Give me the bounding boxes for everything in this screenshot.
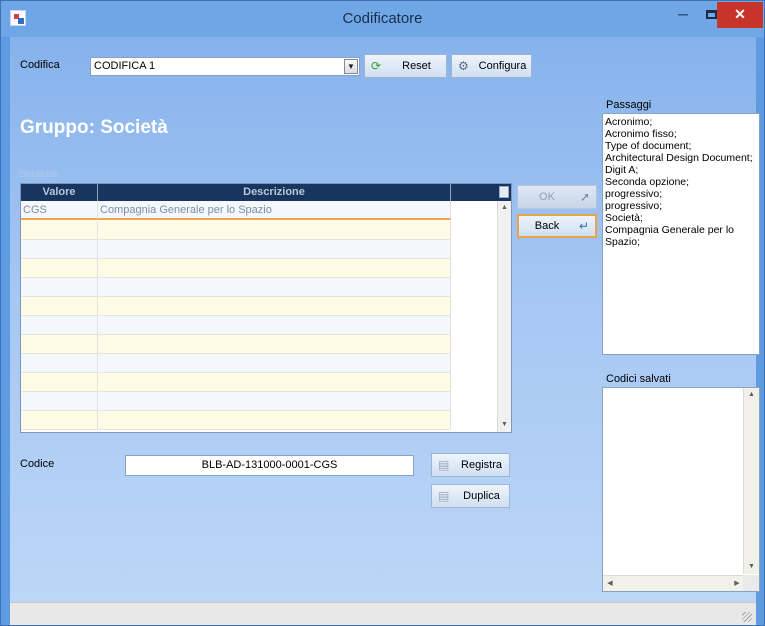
- passaggi-list[interactable]: Acronimo; Acronimo fisso; Type of docume…: [602, 113, 760, 355]
- codifica-select-value: CODIFICA 1: [94, 60, 156, 72]
- passaggi-line: Type of document;: [605, 140, 692, 152]
- passaggi-label: Passaggi: [606, 99, 652, 111]
- column-chooser-icon[interactable]: [499, 186, 509, 198]
- grid-vertical-scrollbar[interactable]: ▲ ▼: [497, 201, 511, 432]
- table-row[interactable]: [21, 411, 451, 430]
- ok-button[interactable]: OK ➚: [517, 185, 597, 209]
- codici-salvati-label: Codici salvati: [606, 373, 671, 385]
- back-button-label: Back: [534, 220, 560, 232]
- struttura-label: Struttura: [19, 169, 58, 180]
- column-header-valore[interactable]: Valore: [21, 184, 98, 201]
- ok-button-label: OK: [539, 191, 555, 203]
- passaggi-line: Acronimo;: [605, 116, 653, 128]
- minimize-icon: ─: [678, 6, 688, 22]
- passaggi-line: progressivo;: [605, 188, 663, 200]
- registra-button[interactable]: ▤ Registra: [431, 453, 510, 477]
- gear-icon: ⚙: [458, 59, 469, 73]
- grid-body: CGS Compagnia Generale per lo Spazio: [21, 201, 511, 432]
- codice-label: Codice: [20, 458, 55, 470]
- maximize-icon: [705, 9, 717, 19]
- minimize-button[interactable]: ─: [671, 1, 695, 29]
- table-row[interactable]: [21, 278, 451, 297]
- codici-vertical-scrollbar[interactable]: ▲ ▼: [743, 388, 759, 574]
- title-bar[interactable]: Codificatore ─ ✕: [1, 1, 764, 37]
- registra-button-label: Registra: [461, 459, 502, 471]
- table-row[interactable]: [21, 221, 451, 240]
- scroll-right-icon[interactable]: ▶: [730, 576, 744, 591]
- table-row[interactable]: [21, 335, 451, 354]
- passaggi-line: Compagnia Generale per lo Spazio;: [605, 224, 734, 248]
- scroll-down-icon[interactable]: ▼: [744, 560, 759, 574]
- scroll-left-icon[interactable]: ◀: [603, 576, 617, 591]
- codifica-select[interactable]: CODIFICA 1 ▼: [90, 57, 360, 76]
- back-button[interactable]: Back ↵: [517, 214, 597, 238]
- cell-descrizione: Compagnia Generale per lo Spazio: [98, 201, 451, 219]
- resize-grip-icon[interactable]: [742, 612, 752, 622]
- group-title: Gruppo: Società: [20, 117, 168, 138]
- passaggi-line: progressivo;: [605, 200, 663, 212]
- scroll-up-icon[interactable]: ▲: [498, 201, 511, 215]
- table-row[interactable]: CGS Compagnia Generale per lo Spazio: [21, 201, 451, 220]
- passaggi-line: Digit A;: [605, 164, 639, 176]
- duplica-button[interactable]: ▤ Duplica: [431, 484, 510, 508]
- grid-header: Valore Descrizione: [21, 184, 511, 201]
- duplica-button-label: Duplica: [463, 490, 500, 502]
- passaggi-line: Architectural Design Document;: [605, 152, 753, 164]
- column-header-descrizione[interactable]: Descrizione: [98, 184, 451, 201]
- codici-salvati-list[interactable]: ▲ ▼ ◀ ▶: [602, 387, 760, 592]
- cell-valore: CGS: [21, 201, 98, 219]
- scrollbar-corner: [743, 575, 759, 591]
- scroll-up-icon[interactable]: ▲: [744, 388, 759, 402]
- configura-button[interactable]: ⚙ Configura: [451, 54, 532, 78]
- table-row[interactable]: [21, 354, 451, 373]
- undo-arrow-icon: ↵: [578, 219, 589, 233]
- close-icon: ✕: [734, 6, 746, 22]
- arrow-right-icon: ➚: [579, 190, 590, 204]
- chevron-down-icon[interactable]: ▼: [344, 59, 358, 74]
- configura-button-label: Configura: [478, 60, 527, 72]
- table-row[interactable]: [21, 392, 451, 411]
- status-bar: [10, 602, 756, 625]
- refresh-icon: ⟳: [371, 59, 382, 73]
- close-button[interactable]: ✕: [717, 2, 763, 28]
- reset-button-label: Reset: [402, 60, 431, 72]
- table-row[interactable]: [21, 297, 451, 316]
- table-row[interactable]: [21, 316, 451, 335]
- passaggi-line: Acronimo fisso;: [605, 128, 677, 140]
- client-area: Codifica CODIFICA 1 ▼ ⟳ Reset ⚙ Configur…: [10, 37, 760, 602]
- codifica-label: Codifica: [20, 59, 60, 71]
- table-row[interactable]: [21, 373, 451, 392]
- codici-horizontal-scrollbar[interactable]: ◀ ▶: [603, 575, 744, 591]
- table-row[interactable]: [21, 259, 451, 278]
- codificatore-window: Codificatore ─ ✕ Codifica CODIFICA 1 ▼ ⟳…: [0, 0, 765, 626]
- reset-button[interactable]: ⟳ Reset: [364, 54, 447, 78]
- passaggi-line: Società;: [605, 212, 643, 224]
- table-row[interactable]: [21, 240, 451, 259]
- window-title: Codificatore: [342, 10, 423, 27]
- document-icon: ▤: [438, 458, 450, 472]
- codice-field[interactable]: BLB-AD-131000-0001-CGS: [125, 455, 414, 476]
- struttura-grid[interactable]: Valore Descrizione CGS Compagnia General…: [20, 183, 512, 433]
- passaggi-line: Seconda opzione;: [605, 176, 690, 188]
- copy-icon: ▤: [438, 489, 450, 503]
- scroll-down-icon[interactable]: ▼: [498, 418, 511, 432]
